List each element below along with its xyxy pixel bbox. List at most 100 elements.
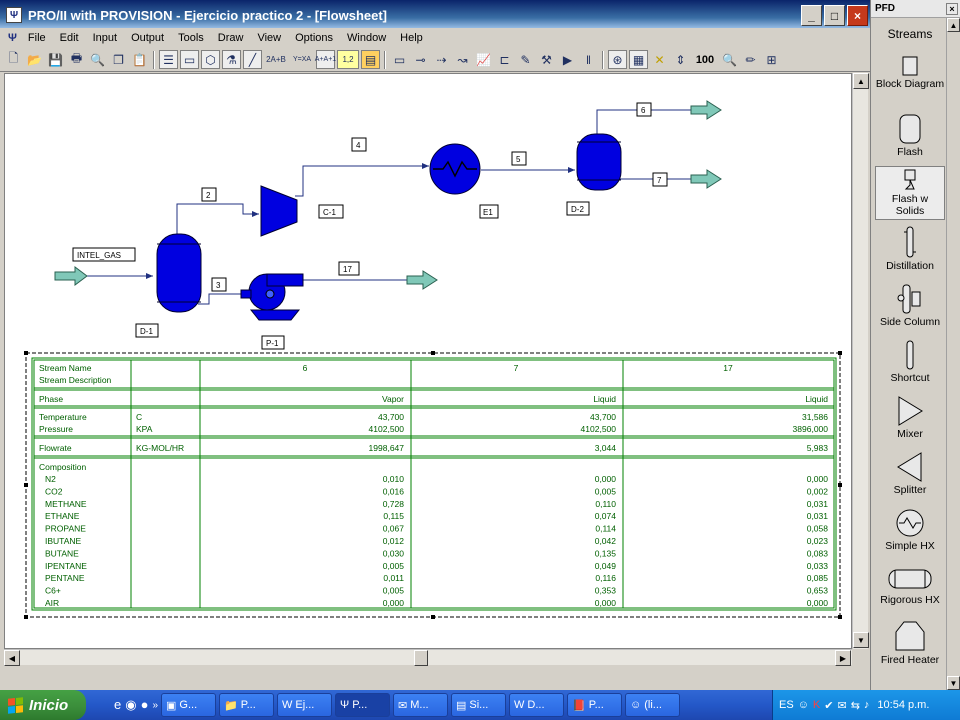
palette-side-column[interactable]: Side Column	[875, 284, 945, 328]
mail-tray-icon[interactable]: ✉	[837, 699, 846, 712]
palette-distillation[interactable]: Distillation	[875, 226, 945, 272]
flowsheet-window-icon[interactable]: ▭	[390, 50, 409, 69]
pfd-scroll-down-icon[interactable]: ▼	[947, 676, 960, 690]
horizontal-scrollbar[interactable]: ◀ ▶	[4, 649, 852, 666]
menu-tools[interactable]: Tools	[171, 32, 211, 44]
menu-file[interactable]: File	[21, 32, 53, 44]
palette-flash[interactable]: Flash	[875, 114, 945, 158]
palette-rigorous-hx[interactable]: Rigorous HX	[875, 566, 945, 606]
palette-simple-hx[interactable]: Simple HX	[875, 508, 945, 552]
menu-edit[interactable]: Edit	[53, 32, 86, 44]
scroll-right-icon[interactable]: ▶	[835, 650, 851, 666]
start-button[interactable]: Inicio	[0, 690, 86, 720]
pfd-scroll-up-icon[interactable]: ▲	[947, 18, 960, 32]
menu-options[interactable]: Options	[288, 32, 340, 44]
link-icon[interactable]: ⊸	[411, 50, 430, 69]
component-name: C6+	[45, 586, 61, 596]
menu-output[interactable]: Output	[124, 32, 171, 44]
task-d[interactable]: W D...	[509, 693, 564, 717]
sequence-icon[interactable]: 1,2	[337, 50, 359, 69]
palette-flash-solids[interactable]: Flash w Solids	[875, 166, 945, 220]
zoom-icon[interactable]: 🔍	[720, 50, 739, 69]
task-p2[interactable]: 📕 P...	[567, 693, 622, 717]
copy-icon[interactable]: ❐	[109, 50, 128, 69]
maximize-button[interactable]: □	[824, 5, 845, 26]
yx-icon[interactable]: Y=XA	[290, 50, 314, 69]
palette-mixer[interactable]: Mixer	[875, 396, 945, 440]
composition-value: 0,115	[383, 511, 404, 521]
scroll-left-icon[interactable]: ◀	[4, 650, 20, 666]
security-icon[interactable]: ✔	[824, 699, 833, 712]
print-preview-icon[interactable]: 🔍	[88, 50, 107, 69]
ab-icon[interactable]: A+A+1	[315, 50, 336, 69]
quicklaunch-chevron-icon[interactable]: »	[152, 700, 158, 711]
save-icon[interactable]: 💾	[46, 50, 65, 69]
unit-pressure: KPA	[136, 424, 153, 434]
palette-shortcut[interactable]: Shortcut	[875, 340, 945, 384]
tools-icon[interactable]: ⚒	[537, 50, 556, 69]
reaction-icon[interactable]: 2A+B	[264, 50, 288, 69]
assay-icon[interactable]: ⚗	[222, 50, 241, 69]
task-p1[interactable]: 📁 P...	[219, 693, 274, 717]
thermo-icon[interactable]: ⬡	[201, 50, 220, 69]
task-li[interactable]: ☺ (li...	[625, 693, 680, 717]
outlook-icon[interactable]: ◉	[125, 697, 136, 713]
palette-splitter[interactable]: Splitter	[875, 452, 945, 496]
new-file-icon[interactable]: 🗋	[4, 50, 23, 69]
units-icon[interactable]: ☰	[159, 50, 178, 69]
paste-icon[interactable]: 📋	[130, 50, 149, 69]
pause-icon[interactable]: ‖	[579, 50, 598, 69]
task-g[interactable]: ▣ G...	[161, 693, 216, 717]
menu-view[interactable]: View	[250, 32, 288, 44]
clock[interactable]: 10:54 p.m.	[877, 699, 929, 711]
volume-icon[interactable]: ♪	[864, 699, 870, 711]
tile-icon[interactable]: ▦	[629, 50, 648, 69]
find-icon[interactable]: ⊛	[608, 50, 627, 69]
grid-icon[interactable]: ⊞	[762, 50, 781, 69]
palette-fired-heater[interactable]: Fired Heater	[875, 620, 945, 666]
pencil-icon[interactable]: ✏	[741, 50, 760, 69]
menu-draw[interactable]: Draw	[211, 32, 251, 44]
app-icon[interactable]: Ψ	[6, 7, 22, 23]
task-ej[interactable]: W Ej...	[277, 693, 332, 717]
menu-help[interactable]: Help	[393, 32, 430, 44]
stream-data-icon[interactable]: ▤	[361, 50, 380, 69]
palette-streams[interactable]: Streams	[875, 28, 945, 40]
scroll-up-icon[interactable]: ▲	[853, 73, 869, 89]
spinner-icon[interactable]: ⇕	[671, 50, 690, 69]
scroll-thumb[interactable]	[414, 650, 428, 666]
menu-window[interactable]: Window	[340, 32, 393, 44]
label-icon[interactable]: ⊏	[495, 50, 514, 69]
flowsheet-canvas[interactable]: INTEL_GAS 2 3 4 5 6 7 17 D-1 C-1 E1 D-2 …	[4, 73, 852, 649]
messenger-tray-icon[interactable]: ☺	[798, 699, 809, 711]
print-icon[interactable]: 🖶	[67, 50, 86, 69]
task-si[interactable]: ▤ Si...	[451, 693, 506, 717]
language-indicator[interactable]: ES	[779, 699, 794, 711]
palette-block-diagram[interactable]: Block Diagram	[875, 56, 945, 90]
menu-input[interactable]: Input	[86, 32, 124, 44]
pfd-scrollbar[interactable]: ▲ ▼	[946, 18, 960, 690]
delete-icon[interactable]: ✕	[650, 50, 669, 69]
ie-icon[interactable]: e	[114, 697, 121, 713]
component-icon[interactable]: ▭	[180, 50, 199, 69]
play-icon[interactable]: ▶	[558, 50, 577, 69]
task-m[interactable]: ✉ M...	[393, 693, 448, 717]
mdi-icon[interactable]: Ψ	[4, 32, 21, 44]
minimize-button[interactable]: _	[801, 5, 822, 26]
media-icon[interactable]: ●	[141, 697, 149, 713]
scroll-down-icon[interactable]: ▼	[853, 632, 869, 648]
procedure-icon[interactable]: ╱	[243, 50, 262, 69]
network-icon[interactable]: ⇆	[851, 699, 860, 712]
pfd-close-icon[interactable]: ×	[946, 2, 958, 15]
arrow-icon[interactable]: ⇢	[432, 50, 451, 69]
stream-6-arrow	[690, 100, 722, 120]
stream-icon[interactable]: ↝	[453, 50, 472, 69]
graph-icon[interactable]: 📈	[474, 50, 493, 69]
edit-icon[interactable]: ✎	[516, 50, 535, 69]
antivirus-icon[interactable]: K	[813, 699, 820, 711]
open-folder-icon[interactable]: 📂	[25, 50, 44, 69]
close-button[interactable]: ×	[847, 5, 868, 26]
task-proii[interactable]: Ψ P...	[335, 693, 390, 717]
zoom-level[interactable]: 100	[692, 50, 718, 69]
vertical-scrollbar[interactable]: ▲ ▼	[852, 73, 869, 649]
